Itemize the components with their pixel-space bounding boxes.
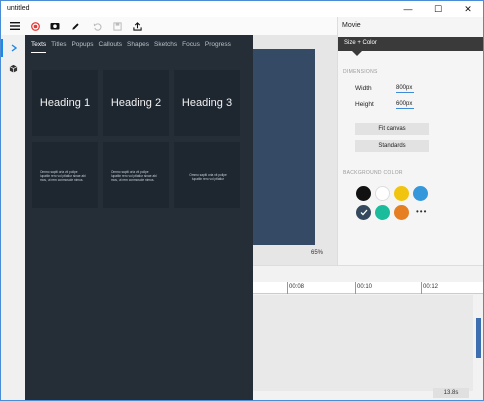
toolbar <box>1 17 337 35</box>
tab-progress[interactable]: Progress <box>205 41 231 53</box>
swatch-white[interactable] <box>375 186 390 201</box>
tab-shapes[interactable]: Shapes <box>127 41 149 53</box>
more-colors-button[interactable]: ••• <box>416 207 427 216</box>
camera-icon <box>50 23 60 30</box>
section-title: Size + Color <box>344 40 377 46</box>
export-button[interactable] <box>129 19 145 33</box>
preset-paragraph-text: Ommo sapiti oria vit polipe lupatiin rer… <box>189 173 227 181</box>
preset-paragraph-2[interactable]: Ommo sapiti oria vit polipe lupatiin rer… <box>103 142 169 208</box>
app-window: untitled — ☐ ✕ 65% Movie Size + Color DI… <box>0 0 484 401</box>
panel-title: Movie <box>342 22 361 29</box>
fit-canvas-button[interactable]: Fit canvas <box>355 123 429 135</box>
preset-tabs: Texts Titles Popups Callouts Shapes Sket… <box>31 41 236 53</box>
preset-paragraph-text: Ommo sapiti oria vit polipe lupatiin rer… <box>40 170 86 182</box>
swatch-navy-selected[interactable] <box>356 205 371 220</box>
tab-sketchs[interactable]: Sketchs <box>154 41 177 53</box>
preset-paragraph-text: Ommo sapiti oria vit polipe lupatiin rer… <box>111 170 157 182</box>
tab-texts[interactable]: Texts <box>31 41 47 53</box>
tab-focus[interactable]: Focus <box>182 41 200 53</box>
record-button[interactable] <box>27 19 43 33</box>
maximize-button[interactable]: ☐ <box>423 1 453 17</box>
zoom-level: 65% <box>311 250 324 256</box>
menu-icon <box>10 22 20 30</box>
tick-line <box>287 282 288 294</box>
swatch-black[interactable] <box>356 186 371 201</box>
preset-paragraph-3[interactable]: Ommo sapiti oria vit polipe lupatiin rer… <box>174 142 240 208</box>
height-label: Height <box>355 101 374 108</box>
window-title: untitled <box>7 5 30 12</box>
preset-heading-3[interactable]: Heading 3 <box>174 70 240 136</box>
width-label: Width <box>355 85 372 92</box>
preset-text: Heading 2 <box>110 97 162 109</box>
swatch-orange[interactable] <box>394 205 409 220</box>
preset-paragraph-1[interactable]: Ommo sapiti oria vit polipe lupatiin rer… <box>32 142 98 208</box>
presets-panel: Texts Titles Popups Callouts Shapes Sket… <box>25 35 253 400</box>
swatch-yellow[interactable] <box>394 186 409 201</box>
close-button[interactable]: ✕ <box>453 1 483 17</box>
preset-text: Heading 1 <box>39 97 91 109</box>
height-field[interactable]: 600px <box>396 101 414 109</box>
standards-button[interactable]: Standards <box>355 140 429 152</box>
tab-titles[interactable]: Titles <box>51 41 66 53</box>
preset-heading-1[interactable]: Heading 1 <box>32 70 98 136</box>
rail-item-objects[interactable] <box>1 59 25 77</box>
menu-button[interactable] <box>7 19 23 33</box>
section-header[interactable]: Size + Color <box>338 37 483 51</box>
left-rail <box>1 17 25 400</box>
tab-popups[interactable]: Popups <box>71 41 93 53</box>
duration-label: 13.8s <box>433 388 469 398</box>
tick-label: 00:12 <box>423 284 439 290</box>
dimensions-label: DIMENSIONS <box>343 69 378 75</box>
preset-text: Heading 3 <box>181 97 233 109</box>
camera-button[interactable] <box>47 19 63 33</box>
title-bar: untitled — ☐ ✕ <box>1 1 483 17</box>
preset-heading-2[interactable]: Heading 2 <box>103 70 169 136</box>
rail-item-expand[interactable] <box>1 39 25 57</box>
undo-button[interactable] <box>89 19 105 33</box>
cube-icon <box>9 64 17 73</box>
chevron-right-icon <box>11 44 18 52</box>
tick-label: 00:10 <box>357 284 373 290</box>
movie-canvas[interactable] <box>253 49 315 245</box>
record-icon <box>30 21 40 31</box>
export-icon <box>132 21 142 31</box>
tick-label: 00:08 <box>289 284 305 290</box>
swatch-teal[interactable] <box>375 205 390 220</box>
background-color-label: BACKGROUND COLOR <box>343 170 403 176</box>
timeline-scrollbar[interactable] <box>476 318 481 358</box>
tick-line <box>421 282 422 294</box>
tick-line <box>355 282 356 294</box>
save-button[interactable] <box>109 19 125 33</box>
swatch-blue[interactable] <box>413 186 428 201</box>
section-notch <box>352 51 362 56</box>
pen-icon <box>71 22 79 30</box>
save-icon <box>112 21 122 31</box>
width-field[interactable]: 800px <box>396 85 414 93</box>
undo-icon <box>93 22 101 31</box>
check-icon <box>360 209 367 216</box>
tab-callouts[interactable]: Callouts <box>99 41 122 53</box>
properties-panel: Movie Size + Color DIMENSIONS Width 800p… <box>337 17 483 265</box>
minimize-button[interactable]: — <box>393 1 423 17</box>
pen-button[interactable] <box>67 19 83 33</box>
